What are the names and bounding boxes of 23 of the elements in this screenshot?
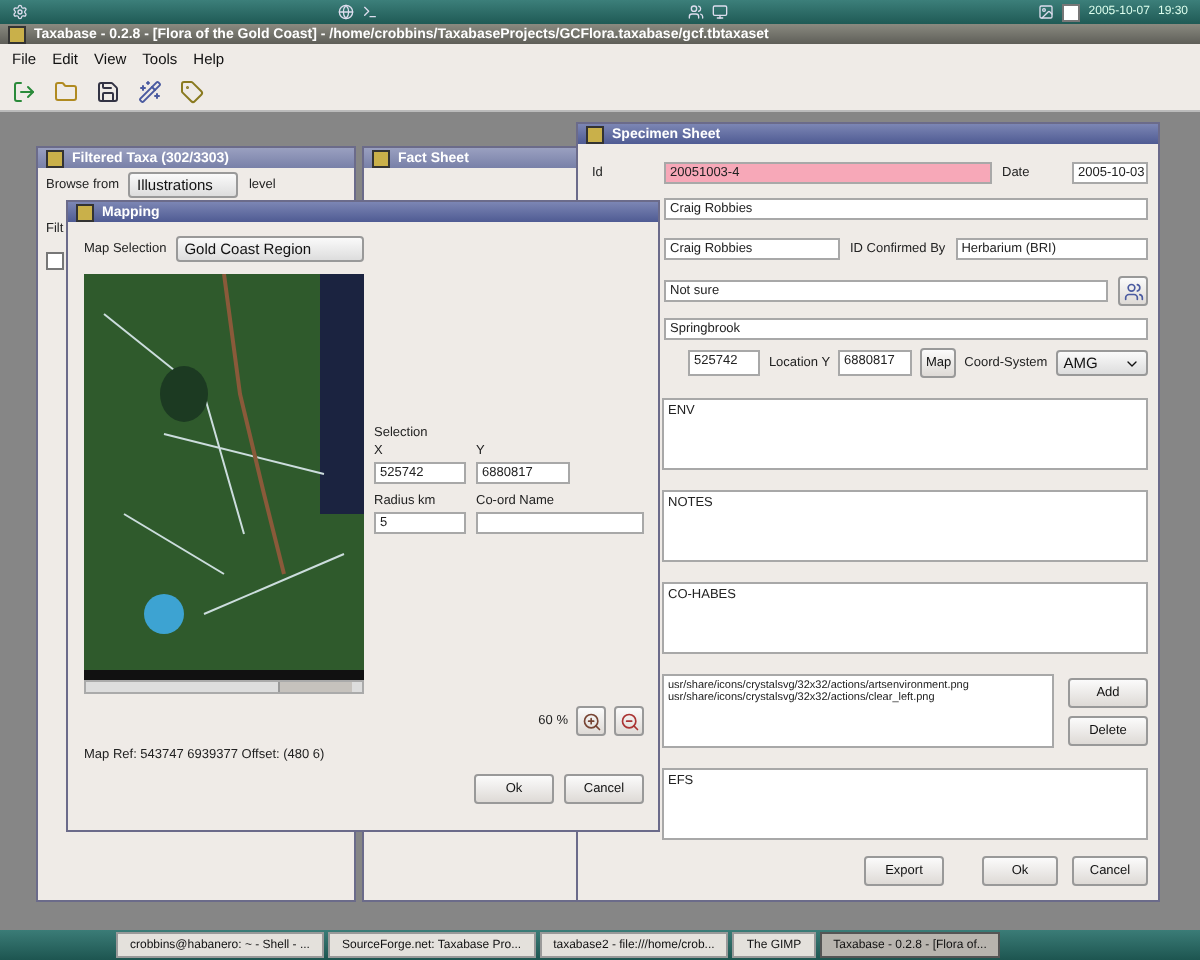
window-icon: [46, 149, 64, 167]
zoom-in-button[interactable]: [576, 706, 606, 736]
radius-circle: [142, 592, 186, 636]
wand-icon[interactable]: [138, 80, 162, 104]
monitor-icon[interactable]: [712, 4, 729, 20]
window-icon: [372, 149, 390, 167]
zoom-out-button[interactable]: [614, 706, 644, 736]
checkbox[interactable]: [46, 252, 64, 270]
window-icon: [76, 203, 94, 221]
window-icon: [586, 125, 604, 143]
exit-icon[interactable]: [12, 80, 36, 104]
terminal-icon[interactable]: [362, 4, 379, 20]
save-icon[interactable]: [96, 80, 120, 104]
coord-name-field[interactable]: [476, 512, 644, 534]
globe-icon[interactable]: [338, 4, 355, 20]
users-button[interactable]: [1118, 276, 1148, 306]
settings-icon[interactable]: [12, 4, 28, 20]
app-icon: [8, 25, 26, 43]
scrollbar[interactable]: [84, 680, 364, 694]
tag-icon[interactable]: [180, 80, 204, 104]
users-icon[interactable]: [688, 4, 705, 20]
folder-icon[interactable]: [54, 80, 78, 104]
picture-icon[interactable]: [1038, 4, 1055, 20]
